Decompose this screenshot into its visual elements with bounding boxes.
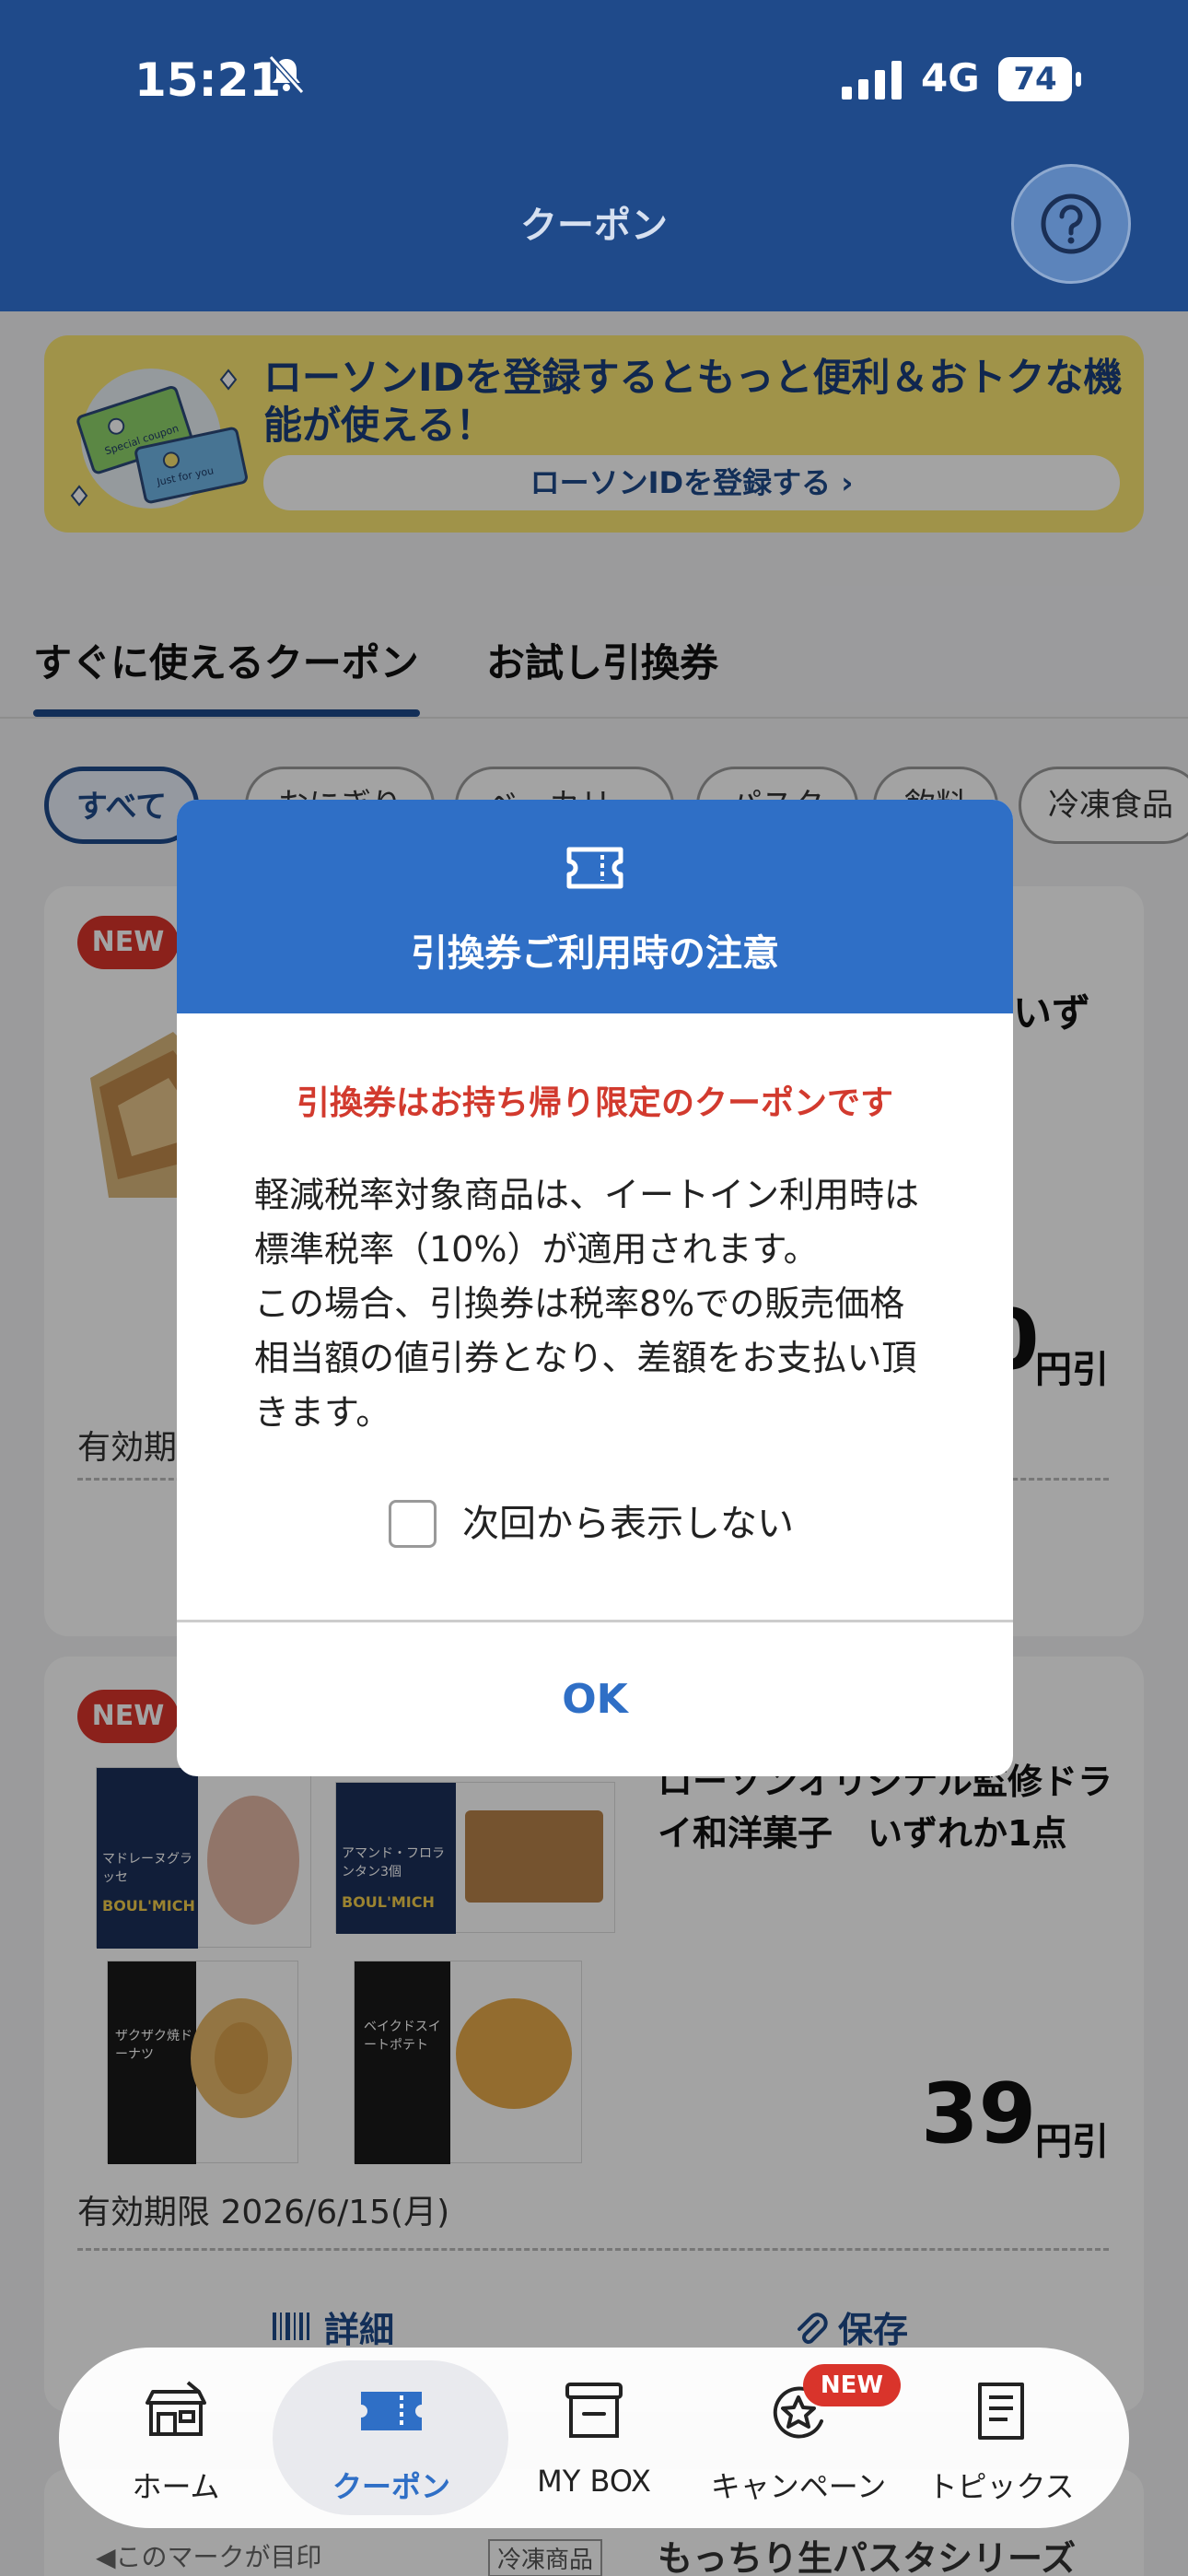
battery-icon: 74 [998, 57, 1083, 101]
status-time: 15:21 [134, 53, 282, 107]
dialog-body-line: 標準税率（10%）が適用されます。 [254, 1229, 819, 1270]
signal-icon [842, 61, 902, 100]
dialog-body-line: 相当額の値引券となり、差額をお支払い頂 [254, 1338, 917, 1378]
box-icon [565, 2383, 623, 2438]
new-badge: NEW [803, 2364, 901, 2406]
dialog-header: 引換券ご利用時の注意 [177, 800, 1013, 1013]
nav-my-box[interactable]: MY BOX [495, 2348, 693, 2528]
nav-topics[interactable]: トピックス [903, 2348, 1100, 2528]
bell-muted-icon [268, 54, 305, 95]
app-header: 15:21 4G 74 クーポン [0, 0, 1188, 311]
dialog-title: 引換券ご利用時の注意 [411, 932, 779, 975]
question-icon [1041, 193, 1101, 254]
dont-show-again-label[interactable]: 次回から表示しない [462, 1500, 794, 1548]
network-type: 4G [921, 55, 980, 100]
topics-document-icon [978, 2383, 1024, 2440]
ok-button[interactable]: OK [177, 1622, 1013, 1776]
nav-coupon[interactable]: クーポン [293, 2348, 490, 2528]
dialog-body: 軽減税率対象商品は、イートイン利用時は 標準税率（10%）が適用されます。 この… [254, 1168, 945, 1440]
home-store-icon [146, 2381, 206, 2436]
nav-label: MY BOX [537, 2464, 651, 2499]
dont-show-again-checkbox[interactable] [389, 1500, 437, 1548]
nav-home[interactable]: ホーム [77, 2348, 274, 2528]
nav-label: キャンペーン [710, 2469, 887, 2504]
help-button[interactable] [1011, 164, 1131, 284]
dialog-body-line: 軽減税率対象商品は、イートイン利用時は [254, 1175, 920, 1215]
coupon-ticket-icon [361, 2392, 422, 2430]
voucher-notice-dialog: 引換券ご利用時の注意 引換券はお持ち帰り限定のクーポンです 軽減税率対象商品は、… [177, 800, 1013, 1776]
page-title: クーポン [520, 205, 668, 247]
dialog-body-line: きます。 [254, 1392, 391, 1433]
dialog-warning: 引換券はお持ち帰り限定のクーポンです [296, 1084, 893, 1122]
bottom-navigation: ホーム クーポン MY BOX キャンペーン NEW トピックス [59, 2348, 1129, 2528]
nav-label: ホーム [132, 2469, 220, 2504]
dialog-body-line: この場合、引換券は税率8%での販売価格 [254, 1283, 905, 1324]
battery-percentage: 74 [1013, 61, 1057, 98]
nav-label: クーポン [332, 2469, 450, 2504]
ticket-icon [566, 847, 623, 889]
nav-label: トピックス [927, 2469, 1075, 2504]
